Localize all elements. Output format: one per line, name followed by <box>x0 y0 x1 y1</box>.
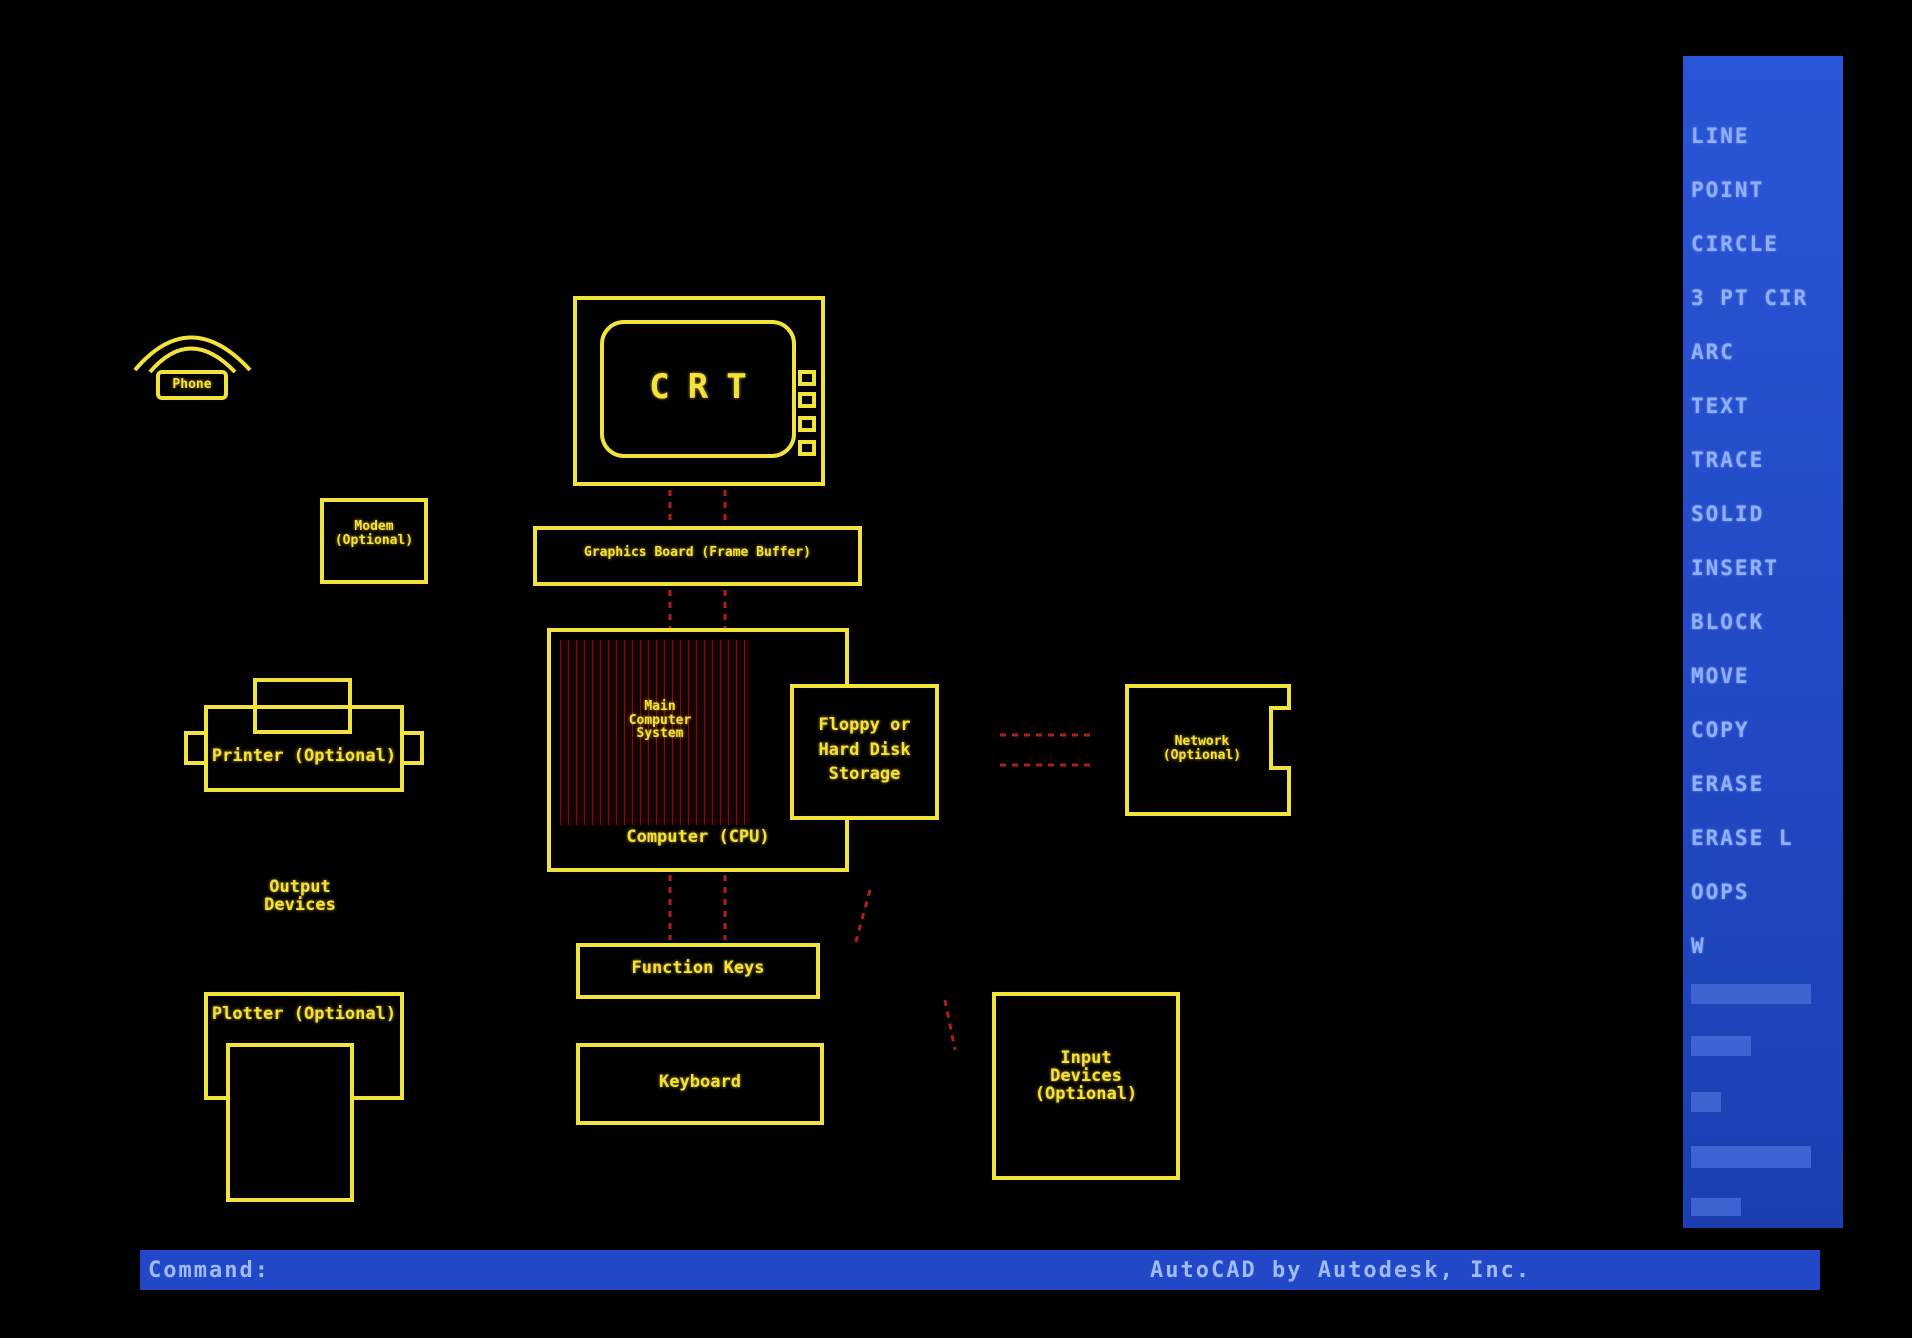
network-label: Network (Optional) <box>1162 734 1242 763</box>
menu-item-erase-l[interactable]: ERASE L <box>1691 826 1794 850</box>
menu-item-arc[interactable]: ARC <box>1691 340 1735 364</box>
menu-item-erase[interactable]: ERASE <box>1691 772 1764 796</box>
menu-item-text[interactable]: TEXT <box>1691 394 1750 418</box>
menu-faint-entry[interactable] <box>1691 1092 1721 1112</box>
menu-faint-entry[interactable] <box>1691 1036 1751 1056</box>
menu-item-circle[interactable]: CIRCLE <box>1691 232 1779 256</box>
plotter-icon <box>204 992 404 1202</box>
function-keys-label: Function Keys <box>631 958 765 978</box>
graphics-board-label: Graphics Board (Frame Buffer) <box>584 545 811 560</box>
cpu-inner-label: Main Computer System <box>628 699 692 742</box>
screen-menu: LINE POINT CIRCLE 3 PT CIR ARC TEXT TRAC… <box>1683 56 1843 1228</box>
command-prompt[interactable]: Command: <box>148 1258 270 1283</box>
menu-item-oops[interactable]: OOPS <box>1691 880 1750 904</box>
modem-label: Modem (Optional) <box>334 519 414 548</box>
drawing-area[interactable] <box>0 0 1690 1240</box>
menu-item-copy[interactable]: COPY <box>1691 718 1750 742</box>
menu-item-block[interactable]: BLOCK <box>1691 610 1764 634</box>
menu-item-move[interactable]: MOVE <box>1691 664 1750 688</box>
menu-item-trace[interactable]: TRACE <box>1691 448 1764 472</box>
output-devices-label: Output Devices <box>264 877 336 915</box>
crt-label: CRT <box>649 367 765 407</box>
menu-item-solid[interactable]: SOLID <box>1691 502 1764 526</box>
input-devices-label: Input Devices (Optional) <box>1034 1048 1138 1104</box>
command-line[interactable]: Command: AutoCAD by Autodesk, Inc. <box>140 1250 1820 1290</box>
menu-item-point[interactable]: POINT <box>1691 178 1764 202</box>
menu-item-line[interactable]: LINE <box>1691 124 1750 148</box>
storage-label: Floppy or Hard Disk Storage <box>818 715 911 785</box>
printer-icon <box>184 678 424 792</box>
app-credit: AutoCAD by Autodesk, Inc. <box>1150 1258 1532 1283</box>
menu-faint-entry[interactable] <box>1691 984 1811 1004</box>
plotter-label: Plotter (Optional) <box>211 1004 397 1024</box>
menu-item-3pt-cir[interactable]: 3 PT CIR <box>1691 286 1808 310</box>
keyboard-label: Keyboard <box>659 1072 741 1092</box>
menu-faint-entry[interactable] <box>1691 1198 1741 1216</box>
printer-label: Printer (Optional) <box>211 746 397 766</box>
menu-item-w[interactable]: W <box>1691 934 1706 958</box>
cpu-label: Computer (CPU) <box>626 827 770 847</box>
phone-label: Phone <box>172 377 212 392</box>
menu-item-insert[interactable]: INSERT <box>1691 556 1779 580</box>
menu-faint-entry[interactable] <box>1691 1146 1811 1168</box>
